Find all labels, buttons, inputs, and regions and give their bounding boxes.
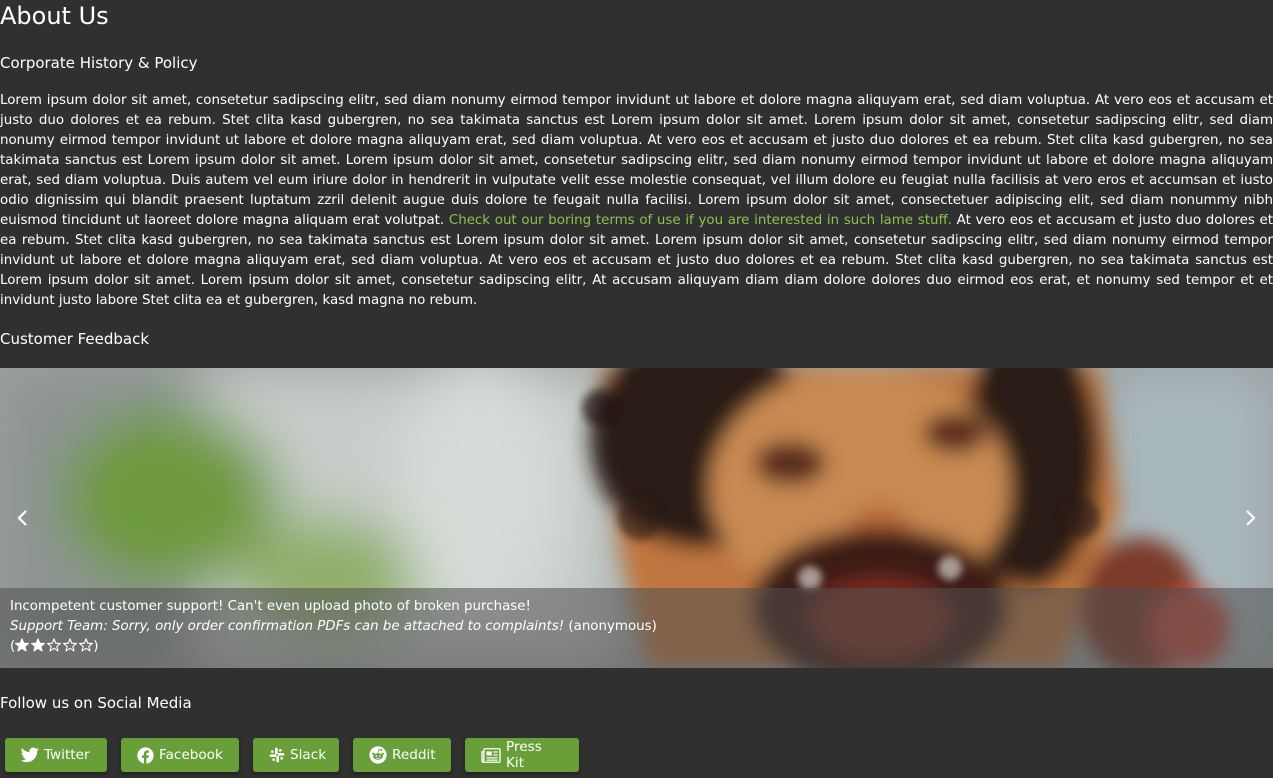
history-text-1: Lorem ipsum dolor sit amet, consetetur s… (0, 93, 1273, 228)
slack-label: Slack (290, 747, 327, 763)
slack-icon (269, 747, 285, 763)
twitter-label: Twitter (44, 747, 90, 763)
facebook-label: Facebook (159, 747, 223, 763)
reddit-label: Reddit (392, 747, 436, 763)
reddit-icon (369, 746, 387, 764)
chevron-right-icon (1246, 510, 1256, 526)
support-reply: Support Team: Sorry, only order confirma… (10, 619, 565, 634)
feedback-carousel: Incompetent customer support! Can't even… (0, 368, 1273, 668)
star-empty-icon (63, 638, 78, 652)
star-empty-icon (79, 638, 94, 652)
about-page: About Us Corporate History & Policy Lore… (0, 0, 1273, 778)
facebook-button[interactable]: Facebook (121, 738, 239, 772)
slack-button[interactable]: Slack (253, 738, 339, 772)
twitter-button[interactable]: Twitter (5, 738, 107, 772)
terms-of-use-link[interactable]: Check out our boring terms of use if you… (449, 213, 952, 228)
social-buttons: Twitter Facebook Slack Reddit Press Kit (5, 738, 579, 772)
carousel-prev-button[interactable] (8, 503, 38, 533)
twitter-icon (21, 747, 39, 763)
newspaper-icon (481, 747, 501, 763)
feedback-heading: Customer Feedback (0, 330, 150, 348)
history-paragraph: Lorem ipsum dolor sit amet, consetetur s… (0, 91, 1273, 311)
social-heading: Follow us on Social Media (0, 694, 192, 712)
star-filled-icon (15, 638, 30, 652)
feedback-rating: () (10, 637, 1263, 657)
facebook-icon (137, 746, 154, 764)
star-filled-icon (31, 638, 46, 652)
rating-close-paren: ) (93, 639, 99, 654)
feedback-reply-line: Support Team: Sorry, only order confirma… (10, 617, 1263, 637)
carousel-next-button[interactable] (1235, 503, 1265, 533)
reddit-button[interactable]: Reddit (353, 738, 451, 772)
press-kit-button[interactable]: Press Kit (465, 738, 579, 772)
page-title: About Us (0, 2, 109, 30)
star-empty-icon (47, 638, 62, 652)
press-kit-label: Press Kit (506, 739, 542, 771)
feedback-comment: Incompetent customer support! Can't even… (10, 599, 531, 614)
rating-stars (15, 638, 94, 652)
feedback-author: (anonymous) (568, 619, 657, 634)
history-heading: Corporate History & Policy (0, 54, 198, 72)
feedback-caption: Incompetent customer support! Can't even… (0, 588, 1273, 668)
chevron-left-icon (17, 510, 27, 526)
